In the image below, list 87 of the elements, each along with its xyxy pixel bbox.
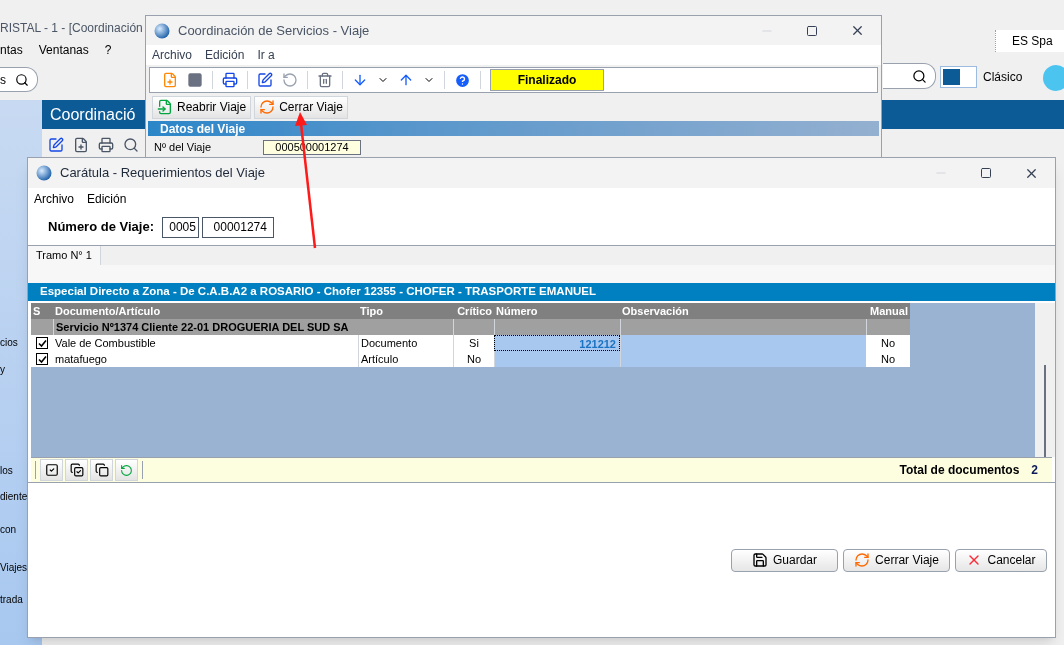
footer-button[interactable]: Guardar: [731, 548, 838, 572]
app-globe-icon: [154, 22, 170, 39]
column-header[interactable]: Tipo: [358, 303, 453, 319]
table-cell: No: [866, 335, 910, 351]
row-checkbox[interactable]: [36, 337, 48, 349]
trash-icon[interactable]: [317, 72, 333, 88]
number-field[interactable]: [494, 351, 620, 367]
table-cell: Si: [453, 335, 494, 351]
maximize-icon[interactable]: [980, 167, 992, 179]
footer-button[interactable]: Cerrar Viaje: [843, 548, 950, 572]
section-header: Datos del Viaje: [148, 121, 879, 136]
field-label: Nº del Viaje: [154, 140, 212, 155]
edit-icon[interactable]: [48, 137, 64, 153]
edit-icon[interactable]: [257, 72, 273, 88]
tab[interactable]: Tramo N° 1: [28, 246, 101, 265]
column-header[interactable]: Manual: [866, 303, 910, 319]
refresh-icon: [854, 552, 871, 568]
menu-item[interactable]: Archivo: [34, 189, 74, 208]
table-cell: No: [453, 351, 494, 367]
table-cell: Vale de Combustible: [53, 335, 358, 351]
total-value: 2: [1031, 462, 1038, 479]
status-indicator: Finalizado: [490, 69, 604, 91]
action-button[interactable]: Reabrir Viaje: [152, 95, 252, 119]
scrollbar[interactable]: [1035, 303, 1055, 457]
stacked-squares-icon: [94, 463, 109, 477]
row-checkbox[interactable]: [36, 353, 48, 365]
route-bar: Especial Directo a Zona - De C.A.B.A2 a ROSARIO - Chofer 12355 - CHOFER - TRASPORTE EMANUEL: [28, 283, 1055, 301]
trip-prefix-field[interactable]: 0005: [161, 216, 199, 238]
menu-item[interactable]: Edición: [87, 189, 127, 208]
check-button[interactable]: [40, 459, 63, 481]
print-icon[interactable]: [222, 72, 238, 88]
menu-item[interactable]: ntas: [0, 41, 23, 59]
close-icon[interactable]: [850, 23, 865, 38]
total-label: Total de documentos: [899, 462, 1020, 479]
page-title: Coordinació: [50, 104, 136, 125]
reopen-icon: [157, 99, 173, 115]
theme-label: Clásico: [983, 69, 1023, 86]
search-field[interactable]: s: [0, 67, 38, 92]
sidebar-item[interactable]: Viajes: [0, 560, 28, 576]
action-button[interactable]: Cerrar Viaje: [254, 95, 348, 119]
menu-item[interactable]: Ventanas: [38, 41, 89, 59]
refresh-icon: [120, 463, 133, 477]
sidebar-item[interactable]: diente: [0, 489, 28, 505]
field-label: Número de Viaje:: [48, 218, 154, 237]
search-field[interactable]: [883, 63, 936, 89]
menu-item[interactable]: Edición: [205, 46, 245, 64]
sidebar-item[interactable]: los: [0, 463, 13, 479]
document-icon[interactable]: [73, 137, 89, 153]
save-icon: [752, 552, 768, 568]
stacked-checkbox-icon: [69, 463, 84, 477]
trip-number-field[interactable]: 00001274: [201, 216, 274, 238]
check-all-button[interactable]: [65, 459, 88, 481]
table-cell: Documento: [358, 335, 453, 351]
sidebar-item[interactable]: cios: [0, 335, 18, 351]
sidebar-item[interactable]: con: [0, 522, 17, 538]
table-cell: Artículo: [358, 351, 453, 367]
uncheck-all-button[interactable]: [90, 459, 113, 481]
column-header[interactable]: Observación: [620, 303, 866, 319]
stop-icon[interactable]: [187, 72, 203, 88]
table-cell: matafuego: [53, 351, 358, 367]
window-title: Coordinación de Servicios - Viaje: [178, 21, 370, 40]
search-icon[interactable]: [123, 137, 139, 153]
window-title: RISTAL - 1 - [Coordinación: [0, 20, 143, 37]
language-indicator[interactable]: ES Spa: [995, 30, 1064, 52]
sidebar-item[interactable]: y: [0, 362, 5, 378]
checkbox-icon: [44, 463, 59, 477]
menu-item[interactable]: Ir a: [257, 46, 275, 64]
footer-button[interactable]: Cancelar: [955, 548, 1047, 572]
menu-item[interactable]: ?: [104, 41, 112, 59]
column-header[interactable]: Número: [494, 303, 620, 319]
theme-preview-icon[interactable]: [940, 66, 977, 88]
column-header[interactable]: Crítico: [453, 303, 494, 319]
app-globe-icon: [36, 165, 52, 181]
undo-icon[interactable]: [282, 72, 298, 88]
table-cell: No: [866, 351, 910, 367]
sidebar-item[interactable]: trada: [0, 592, 23, 608]
search-icon: [912, 68, 927, 84]
menu-item[interactable]: Archivo: [152, 46, 192, 64]
search-icon: [15, 72, 29, 87]
column-header[interactable]: Documento/Artículo: [53, 303, 358, 319]
column-header[interactable]: S: [31, 303, 53, 319]
refresh-icon: [259, 99, 276, 115]
maximize-icon[interactable]: [806, 24, 818, 37]
print-icon[interactable]: [98, 137, 114, 153]
observation-field[interactable]: [620, 351, 866, 367]
observation-field[interactable]: [620, 335, 866, 351]
window-title: Carátula - Requerimientos del Viaje: [60, 164, 265, 183]
